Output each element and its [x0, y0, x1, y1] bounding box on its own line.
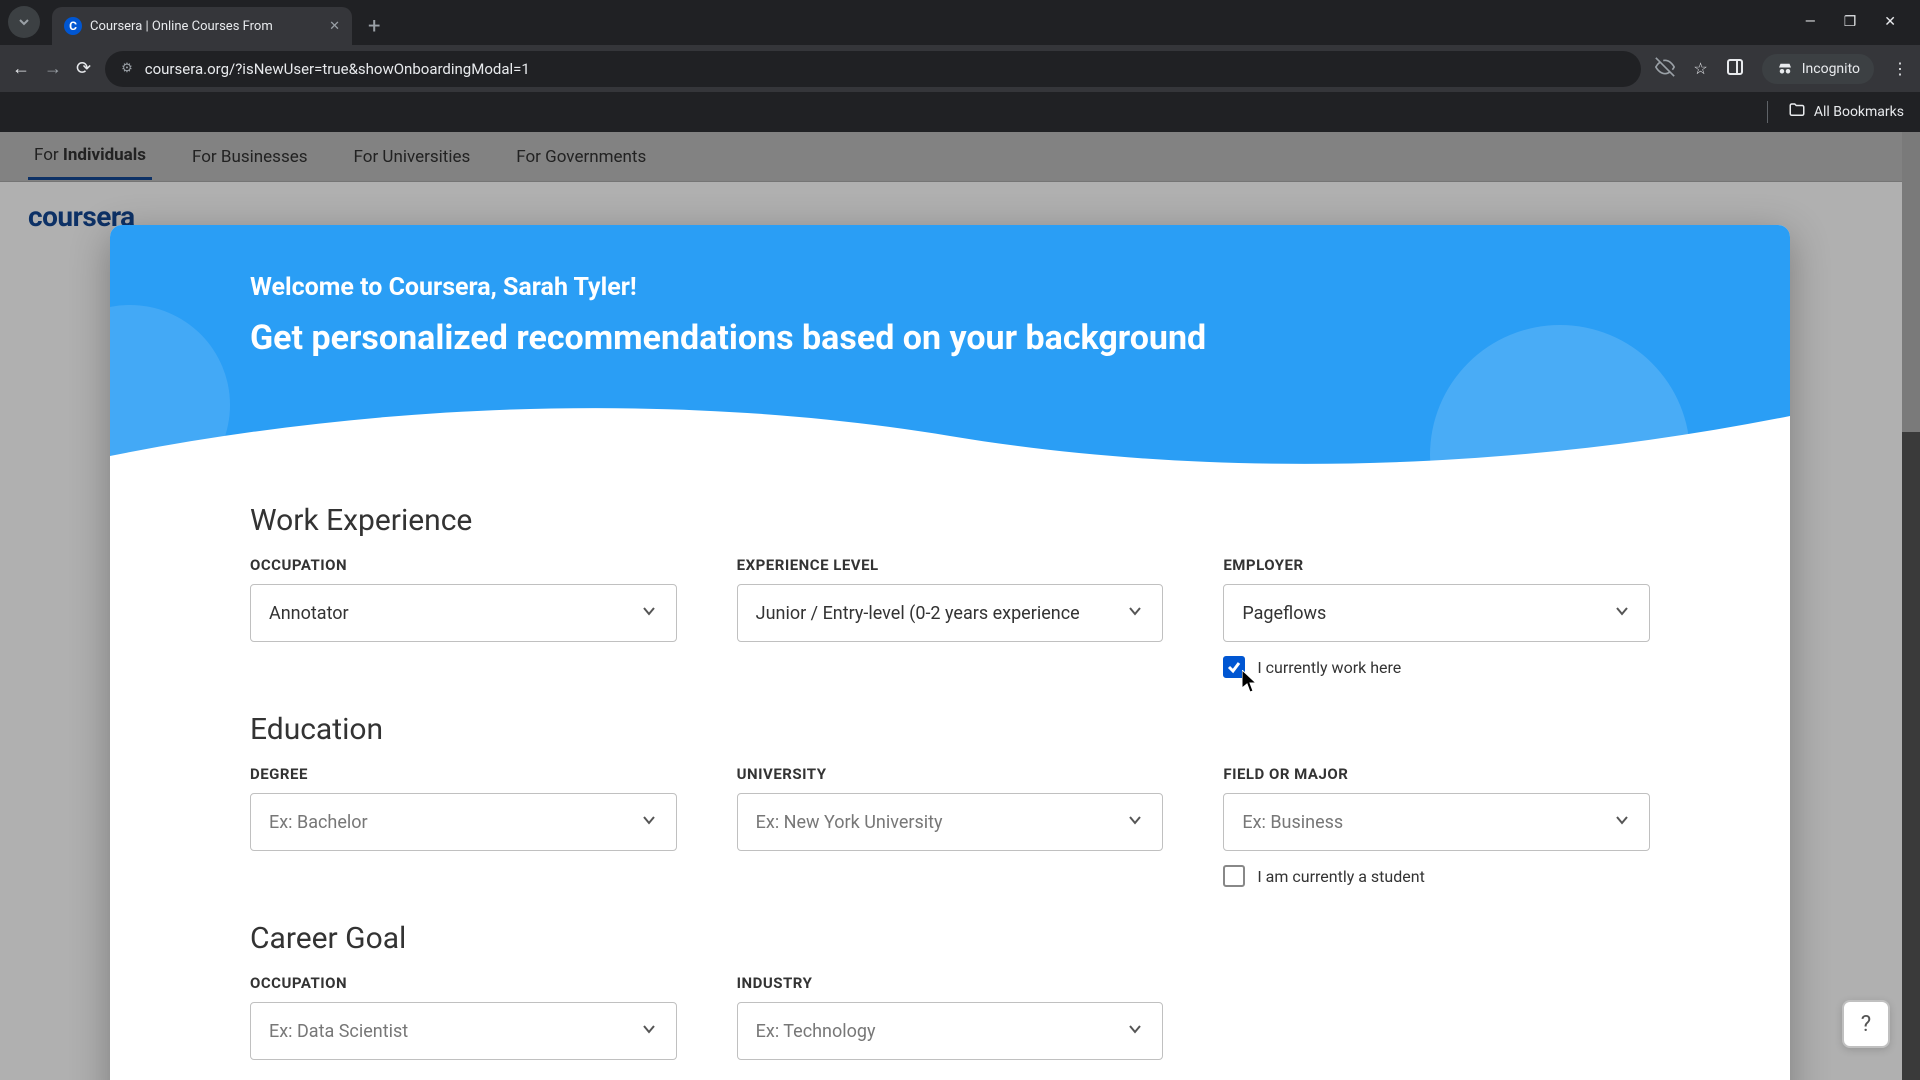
- url-field[interactable]: ⚙ coursera.org/?isNewUser=true&showOnboa…: [105, 51, 1641, 87]
- menu-button[interactable]: ⋮: [1892, 59, 1908, 78]
- university-label: UNIVERSITY: [737, 765, 1164, 783]
- currently-work-checkbox[interactable]: [1223, 656, 1245, 678]
- tab-title: Coursera | Online Courses From: [90, 19, 321, 34]
- forward-button[interactable]: →: [44, 58, 62, 79]
- chevron-down-icon: [1613, 811, 1631, 834]
- page-container: For Individuals For Businesses For Unive…: [0, 132, 1920, 1080]
- industry-label: INDUSTRY: [737, 974, 1164, 992]
- currently-student-label: I am currently a student: [1257, 867, 1424, 886]
- eye-off-icon[interactable]: [1655, 57, 1675, 81]
- incognito-badge[interactable]: Incognito: [1762, 54, 1874, 84]
- help-icon: ?: [1861, 1012, 1871, 1037]
- modal-hero: Welcome to Coursera, Sarah Tyler! Get pe…: [110, 225, 1790, 475]
- help-button[interactable]: ?: [1842, 1000, 1890, 1048]
- panel-icon[interactable]: [1726, 58, 1744, 80]
- url-text: coursera.org/?isNewUser=true&showOnboard…: [145, 60, 530, 78]
- scrollbar-thumb[interactable]: [1902, 132, 1920, 432]
- minimize-button[interactable]: ―: [1805, 14, 1816, 30]
- reload-button[interactable]: ⟳: [76, 58, 91, 79]
- major-select[interactable]: Ex: Business: [1223, 793, 1650, 851]
- currently-work-label: I currently work here: [1257, 658, 1401, 677]
- occupation-label: OCCUPATION: [250, 556, 677, 574]
- site-settings-icon[interactable]: ⚙: [121, 61, 133, 76]
- back-button[interactable]: ←: [12, 58, 30, 79]
- career-occupation-label: OCCUPATION: [250, 974, 677, 992]
- chevron-down-icon: [1126, 811, 1144, 834]
- section-career-title: Career Goal: [250, 921, 1650, 956]
- employer-label: EMPLOYER: [1223, 556, 1650, 574]
- employer-select[interactable]: Pageflows: [1223, 584, 1650, 642]
- browser-chrome: C Coursera | Online Courses From ✕ + ― ❐…: [0, 0, 1920, 132]
- close-window-button[interactable]: ✕: [1884, 14, 1896, 30]
- headline-text: Get personalized recommendations based o…: [250, 318, 1650, 358]
- bookmarks-bar: All Bookmarks: [0, 92, 1920, 132]
- experience-select[interactable]: Junior / Entry-level (0-2 years experien…: [737, 584, 1164, 642]
- maximize-button[interactable]: ❐: [1844, 14, 1857, 30]
- chevron-down-icon: [1126, 1020, 1144, 1043]
- section-work-title: Work Experience: [250, 503, 1650, 538]
- favicon-icon: C: [64, 17, 82, 35]
- chevron-down-icon: [1126, 602, 1144, 625]
- modal-body: Work Experience OCCUPATION Annotator EXP…: [110, 475, 1790, 1080]
- incognito-icon: [1776, 60, 1794, 78]
- major-label: FIELD OR MAJOR: [1223, 765, 1650, 783]
- chevron-down-icon: [640, 1020, 658, 1043]
- occupation-select[interactable]: Annotator: [250, 584, 677, 642]
- window-controls: ― ❐ ✕: [1805, 14, 1912, 30]
- currently-student-checkbox[interactable]: [1223, 865, 1245, 887]
- tab-close-icon[interactable]: ✕: [329, 19, 340, 34]
- onboarding-modal: Welcome to Coursera, Sarah Tyler! Get pe…: [110, 225, 1790, 1080]
- university-select[interactable]: Ex: New York University: [737, 793, 1164, 851]
- all-bookmarks-link[interactable]: All Bookmarks: [1814, 104, 1904, 120]
- bookmark-star-icon[interactable]: ☆: [1693, 59, 1707, 78]
- experience-label: EXPERIENCE LEVEL: [737, 556, 1164, 574]
- welcome-text: Welcome to Coursera, Sarah Tyler!: [250, 273, 1650, 302]
- tab-bar: C Coursera | Online Courses From ✕ + ― ❐…: [0, 0, 1920, 44]
- tab-search-button[interactable]: [8, 6, 40, 38]
- degree-select[interactable]: Ex: Bachelor: [250, 793, 677, 851]
- new-tab-button[interactable]: +: [368, 14, 380, 39]
- address-bar: ← → ⟳ ⚙ coursera.org/?isNewUser=true&sho…: [0, 44, 1920, 92]
- career-occupation-select[interactable]: Ex: Data Scientist: [250, 1002, 677, 1060]
- chevron-down-icon: [640, 811, 658, 834]
- degree-label: DEGREE: [250, 765, 677, 783]
- section-education-title: Education: [250, 712, 1650, 747]
- browser-tab[interactable]: C Coursera | Online Courses From ✕: [52, 7, 352, 45]
- chevron-down-icon: [640, 602, 658, 625]
- folder-icon: [1788, 101, 1806, 123]
- industry-select[interactable]: Ex: Technology: [737, 1002, 1164, 1060]
- scrollbar[interactable]: [1902, 132, 1920, 1080]
- chevron-down-icon: [1613, 602, 1631, 625]
